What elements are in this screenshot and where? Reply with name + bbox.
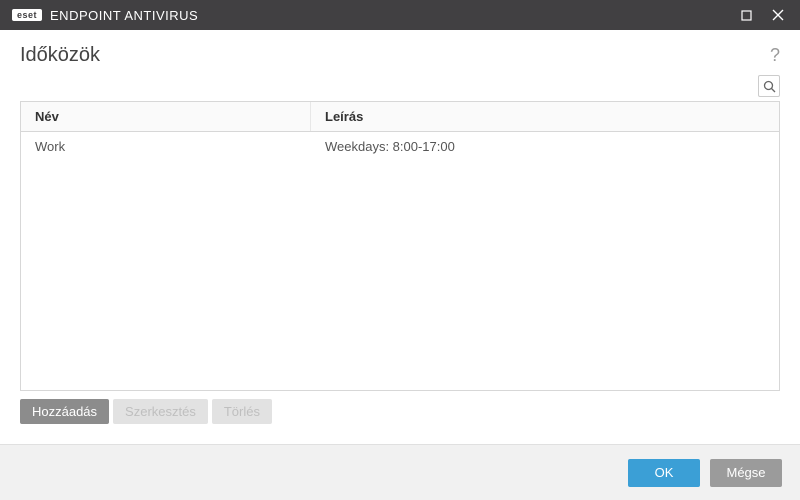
row-actions: Hozzáadás Szerkesztés Törlés [0,391,800,432]
ok-button[interactable]: OK [628,459,700,487]
intervals-table: Név Leírás Work Weekdays: 8:00-17:00 [20,101,780,391]
cell-name: Work [21,132,311,161]
header: Időközök ? [0,30,800,75]
titlebar: eset ENDPOINT ANTIVIRUS [0,0,800,30]
column-header-desc[interactable]: Leírás [311,102,779,131]
edit-button: Szerkesztés [113,399,208,424]
content: Név Leírás Work Weekdays: 8:00-17:00 [0,101,800,391]
eset-logo: eset [12,9,42,21]
brand: eset ENDPOINT ANTIVIRUS [12,8,198,23]
table-body: Work Weekdays: 8:00-17:00 [21,132,779,390]
table-header: Név Leírás [21,102,779,132]
product-name: ENDPOINT ANTIVIRUS [50,8,198,23]
delete-button: Törlés [212,399,272,424]
table-row[interactable]: Work Weekdays: 8:00-17:00 [21,132,779,161]
window-controls [732,3,792,27]
add-button[interactable]: Hozzáadás [20,399,109,424]
help-icon[interactable]: ? [770,45,780,66]
search-row [0,75,800,101]
search-icon [763,80,776,93]
cell-desc: Weekdays: 8:00-17:00 [311,132,779,161]
maximize-icon[interactable] [732,3,760,27]
close-icon[interactable] [764,3,792,27]
footer: OK Mégse [0,444,800,500]
column-header-name[interactable]: Név [21,102,311,131]
search-button[interactable] [758,75,780,97]
page-title: Időközök [20,44,100,67]
cancel-button[interactable]: Mégse [710,459,782,487]
